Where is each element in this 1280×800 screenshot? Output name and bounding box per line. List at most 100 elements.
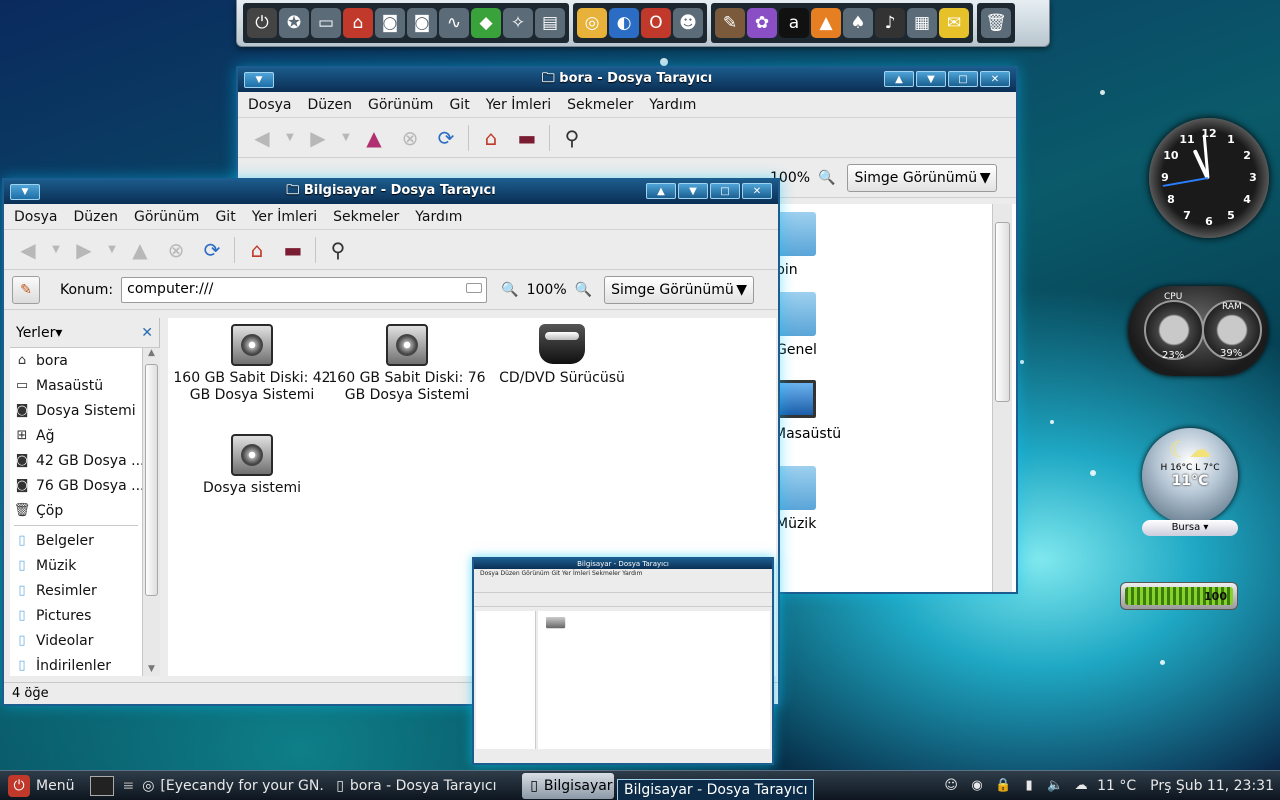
menu-yardım[interactable]: Yardım [649, 97, 696, 113]
menu-düzen[interactable]: Düzen [74, 209, 119, 225]
scrollbar-thumb[interactable] [145, 364, 158, 596]
lock-icon[interactable]: 🔒 [993, 776, 1013, 796]
file-item[interactable]: Müzik [776, 466, 832, 532]
menu-görünüm[interactable]: Görünüm [134, 209, 199, 225]
file-item[interactable]: Dosya sistemi [172, 434, 332, 497]
vlc-icon[interactable]: ▲ [811, 8, 841, 38]
taskbar-task[interactable]: ▯ Bilgisayar [522, 772, 615, 799]
view-mode-select[interactable]: Simge Görünümü ▼ [847, 163, 998, 192]
notes-icon[interactable]: ✉ [939, 8, 969, 38]
forward-history-icon[interactable]: ▼ [106, 236, 118, 264]
file-item[interactable]: 160 GB Sabit Diski: 76 GB Dosya Sistemi [327, 324, 487, 404]
tray-clock[interactable]: Prş Şub 11, 23:31 [1150, 778, 1274, 794]
taskbar-task[interactable]: ◎ [Eyecandy for your GN... [134, 773, 324, 799]
clock-gadget[interactable]: 12 1 2 3 4 5 6 7 8 9 10 11 [1149, 118, 1269, 238]
gimp-icon[interactable]: ✎ [715, 8, 745, 38]
volume-icon[interactable]: 🔈 [1045, 776, 1065, 796]
maximize-button[interactable]: □ [948, 71, 978, 87]
sidebar-item[interactable]: ▯ İndirilenler [10, 653, 142, 678]
weather-city-select[interactable]: Bursa ▾ [1142, 520, 1238, 536]
hdd-icon[interactable]: ◙ [407, 8, 437, 38]
opera-icon[interactable]: O [641, 8, 671, 38]
menu-yer-i̇mleri[interactable]: Yer İmleri [252, 209, 317, 225]
menu-yardım[interactable]: Yardım [415, 209, 462, 225]
picasa-icon[interactable]: ◉ [967, 776, 987, 796]
system-monitor-icon[interactable]: ∿ [439, 8, 469, 38]
hdd-icon[interactable]: ◙ [375, 8, 405, 38]
back-icon[interactable]: ◀ [248, 124, 276, 152]
people-icon[interactable]: ☻ [673, 8, 703, 38]
reload-icon[interactable]: ⟳ [432, 124, 460, 152]
maximize-button[interactable]: □ [710, 183, 740, 199]
sidebar-item[interactable]: ▯ Videolar [10, 628, 142, 653]
shade-up-button[interactable]: ▲ [646, 183, 676, 199]
network-icon[interactable]: ▮ [1019, 776, 1039, 796]
computer-icon[interactable]: ▬ [279, 236, 307, 264]
sidebar-item[interactable]: ▯ Pictures [10, 603, 142, 628]
file-item[interactable]: Genel [776, 292, 832, 358]
menu-git[interactable]: Git [449, 97, 469, 113]
scrollbar-thumb[interactable] [995, 222, 1010, 402]
search-icon[interactable]: ⚲ [324, 236, 352, 264]
zoom-in-icon[interactable]: 🔍 [818, 170, 835, 186]
menu-görünüm[interactable]: Görünüm [368, 97, 433, 113]
sidebar-item[interactable]: ▯ Belgeler [10, 528, 142, 553]
calculator-icon[interactable]: ▦ [907, 8, 937, 38]
cards-icon[interactable]: ♠ [843, 8, 873, 38]
ubuntu-icon[interactable]: ✪ [279, 8, 309, 38]
back-history-icon[interactable]: ▼ [50, 236, 62, 264]
file-item[interactable]: CD/DVD Sürücüsü [482, 324, 642, 387]
home-icon[interactable]: ⌂ [343, 8, 373, 38]
trash-icon[interactable]: 🗑 [981, 8, 1011, 38]
close-button[interactable]: ✕ [742, 183, 772, 199]
cpu-ram-meter-gadget[interactable]: CPU RAM 23% 39% [1128, 286, 1268, 376]
sidebar-item[interactable]: ◙ 42 GB Dosya ... [10, 448, 142, 473]
file-item[interactable]: 160 GB Sabit Diski: 42 GB Dosya Sistemi [172, 324, 332, 404]
sidebar-item[interactable]: ▭ Masaüstü [10, 373, 142, 398]
music-icon[interactable]: ♪ [875, 8, 905, 38]
up-icon[interactable]: ▲ [360, 124, 388, 152]
sidebar-item[interactable]: 🗑 Çöp [10, 498, 142, 523]
scroll-down-icon[interactable]: ▼ [143, 664, 160, 674]
power-icon[interactable]: ⏻ [247, 8, 277, 38]
menu-dosya[interactable]: Dosya [14, 209, 58, 225]
stop-icon[interactable]: ⊗ [396, 124, 424, 152]
toggle-location-button[interactable]: ✎ [12, 275, 40, 304]
window-menu-button[interactable]: ▼ [10, 184, 40, 200]
back-icon[interactable]: ◀ [14, 236, 42, 264]
sidebar-item[interactable]: ▯ Resimler [10, 578, 142, 603]
titlebar[interactable]: ▼ 🗀 Bilgisayar - Dosya Tarayıcı ▲ ▼ □ ✕ [4, 180, 778, 204]
shade-down-button[interactable]: ▼ [678, 183, 708, 199]
sidebar-scrollbar[interactable]: ▲ ▼ [142, 348, 160, 676]
weather-gadget[interactable]: ☾☁ H 16°C L 7°C 11°C [1142, 428, 1238, 524]
monitor-icon[interactable]: ▭ [311, 8, 341, 38]
sidebar-type-select[interactable]: Yerler▾ [16, 325, 62, 341]
show-desktop-button[interactable] [82, 773, 122, 799]
zoom-in-icon[interactable]: 🔍 [575, 282, 592, 298]
stop-icon[interactable]: ⊗ [162, 236, 190, 264]
chrome-icon[interactable]: ◎ [577, 8, 607, 38]
titlebar[interactable]: ▼ 🗀 bora - Dosya Tarayıcı ▲ ▼ □ ✕ [238, 68, 1016, 92]
forward-icon[interactable]: ▶ [70, 236, 98, 264]
window-preview-thumbnail[interactable]: Bilgisayar - Dosya Tarayıcı Dosya Düzen … [472, 557, 774, 765]
back-history-icon[interactable]: ▼ [284, 124, 296, 152]
forward-history-icon[interactable]: ▼ [340, 124, 352, 152]
file-item[interactable]: Masaüstü [774, 380, 854, 442]
home-icon[interactable]: ⌂ [477, 124, 505, 152]
main-menu-button[interactable]: ⏻ Menü [0, 773, 82, 799]
user-icon[interactable]: ☺ [941, 776, 961, 796]
forward-icon[interactable]: ▶ [304, 124, 332, 152]
firefox-icon[interactable]: ◐ [609, 8, 639, 38]
file-item[interactable]: bin [776, 212, 832, 278]
location-input[interactable]: computer:/// [121, 276, 488, 303]
sidebar-item[interactable]: ◙ 76 GB Dosya ... [10, 473, 142, 498]
taskbar-task[interactable]: ▯ bora - Dosya Tarayıcı [328, 773, 518, 799]
window-menu-button[interactable]: ▼ [244, 72, 274, 88]
menu-git[interactable]: Git [215, 209, 235, 225]
close-sidebar-icon[interactable]: ✕ [141, 325, 153, 341]
sidebar-item[interactable]: ⌂ bora [10, 348, 142, 373]
pdf-icon[interactable]: ▤ [535, 8, 565, 38]
amazon-icon[interactable]: a [779, 8, 809, 38]
search-icon[interactable]: ⚲ [558, 124, 586, 152]
broom-icon[interactable]: ✧ [503, 8, 533, 38]
